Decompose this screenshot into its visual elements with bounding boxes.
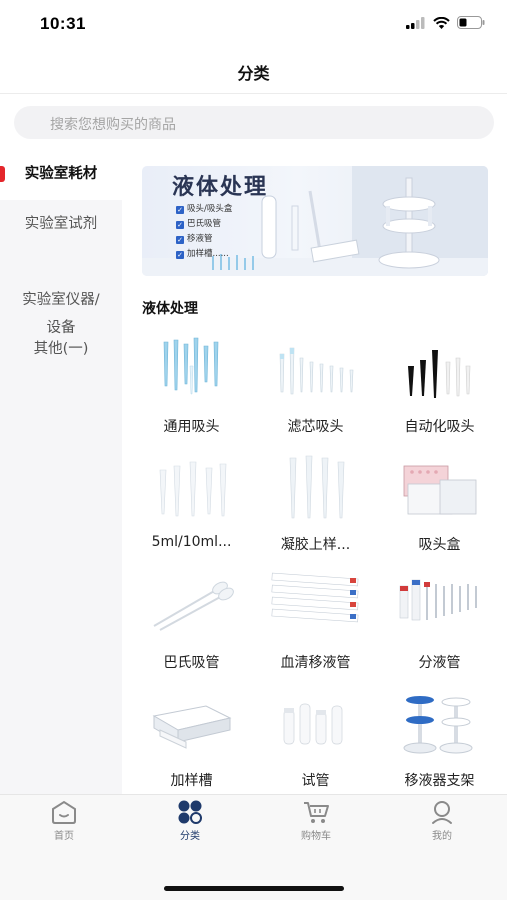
- product-tile-filter-tips[interactable]: 滤芯吸头: [254, 336, 377, 454]
- banner-bullet-text: 加样槽......: [187, 249, 229, 259]
- product-tile-gel-loading-tips[interactable]: 凝胶上样...: [254, 454, 377, 572]
- nav-bar: 分类: [0, 48, 507, 94]
- active-indicator: [0, 166, 5, 182]
- tab-cart[interactable]: 购物车: [253, 799, 379, 847]
- product-tile-reservoir[interactable]: 加样槽: [130, 690, 253, 794]
- tab-label: 分类: [180, 831, 200, 842]
- product-tile-tip-box[interactable]: 吸头盒: [378, 454, 501, 572]
- category-icon: [178, 800, 202, 824]
- product-tile-serological-pipette[interactable]: 血清移液管: [254, 572, 377, 690]
- search-placeholder: 搜索您想购买的商品: [50, 117, 176, 133]
- tab-profile[interactable]: 我的: [379, 799, 505, 847]
- banner-bullet-text: 移液管: [187, 234, 213, 244]
- filter-tips-icon: [279, 347, 354, 395]
- check-icon: ✓: [176, 220, 184, 229]
- product-label: 巴氏吸管: [163, 655, 220, 671]
- automation-tips-icon: [408, 350, 471, 398]
- check-icon: ✓: [176, 235, 184, 244]
- tab-label: 首页: [54, 831, 74, 842]
- product-label: 血清移液管: [280, 655, 351, 671]
- product-label: 吸头盒: [418, 537, 461, 553]
- banner-bullet: ✓ 移液管: [176, 232, 232, 247]
- product-label: 凝胶上样...: [280, 537, 351, 553]
- tab-label: 我的: [432, 831, 452, 842]
- home-indicator: [164, 886, 344, 891]
- product-label: 自动化吸头: [404, 419, 475, 435]
- tip-box-icon: [403, 465, 477, 515]
- dispenser-tube-icon: [399, 579, 477, 621]
- sidebar-item-label: 实验室耗材: [24, 166, 98, 182]
- pipette-tips-icon: [163, 337, 219, 395]
- home-icon: [52, 800, 76, 824]
- sidebar-item-label: 实验室仪器/ 设备: [22, 292, 100, 336]
- status-bar: 10:31: [0, 0, 507, 48]
- gel-loading-tips-icon: [289, 455, 345, 519]
- product-label: 滤芯吸头: [287, 419, 344, 435]
- sidebar-item-lab-reagents[interactable]: 实验室试剂: [0, 210, 122, 238]
- sidebar-item-label: 其他(一): [33, 341, 89, 357]
- banner-bullet: ✓ 加样槽......: [176, 247, 232, 262]
- status-time: 10:31: [40, 14, 86, 33]
- product-tile-large-tips[interactable]: 5ml/10ml...: [130, 454, 253, 572]
- wifi-icon: [433, 16, 450, 29]
- banner-bullet-text: 吸头/吸头盒: [187, 204, 233, 214]
- product-label: 通用吸头: [163, 419, 220, 435]
- banner-bullets: ✓ 吸头/吸头盒 ✓ 巴氏吸管 ✓ 移液管 ✓ 加样槽......: [176, 202, 232, 262]
- product-tile-dispenser-tube[interactable]: 分液管: [378, 572, 501, 690]
- status-icons: [406, 16, 485, 29]
- bottom-tab-bar: 首页 分类 购物车 我的: [0, 794, 507, 900]
- product-tile-universal-tips[interactable]: 通用吸头: [130, 336, 253, 454]
- large-tips-icon: [159, 461, 227, 517]
- banner-bullet-text: 巴氏吸管: [187, 219, 222, 229]
- category-banner[interactable]: 液体处理 ✓ 吸头/吸头盒 ✓ 巴氏吸管 ✓ 移液管 ✓ 加样槽......: [142, 166, 488, 276]
- tab-label: 购物车: [301, 831, 331, 842]
- search-input[interactable]: 搜索您想购买的商品: [14, 106, 494, 139]
- reservoir-icon: [152, 705, 232, 749]
- check-icon: ✓: [176, 205, 184, 214]
- sidebar-item-lab-consumables[interactable]: 实验室耗材: [0, 148, 122, 200]
- product-tile-pasteur-pipette[interactable]: 巴氏吸管: [130, 572, 253, 690]
- product-tile-test-tube[interactable]: 试管: [254, 690, 377, 794]
- pipette-stand-icon: [403, 696, 473, 754]
- profile-icon: [432, 801, 452, 824]
- sidebar-item-other[interactable]: 其他(一): [0, 335, 122, 363]
- category-content: 液体处理 ✓ 吸头/吸头盒 ✓ 巴氏吸管 ✓ 移液管 ✓ 加样槽...... 液体处理 …: [122, 148, 507, 794]
- tab-home[interactable]: 首页: [1, 799, 127, 847]
- banner-title: 液体处理: [172, 174, 269, 200]
- product-label: 试管: [301, 773, 330, 789]
- product-tile-pipette-stand[interactable]: 移液器支架: [378, 690, 501, 794]
- sidebar-item-lab-instruments[interactable]: 实验室仪器/ 设备: [0, 258, 122, 342]
- test-tube-icon: [283, 703, 343, 745]
- pasteur-pipette-icon: [153, 581, 234, 631]
- sidebar-item-label: 实验室试剂: [24, 216, 98, 232]
- page-title: 分类: [237, 64, 270, 83]
- product-label: 加样槽: [170, 773, 213, 789]
- product-label: 分液管: [418, 655, 461, 671]
- signal-icon: [406, 16, 425, 29]
- banner-bullet: ✓ 吸头/吸头盒: [176, 202, 232, 217]
- category-sidebar: 实验室耗材 实验室试剂 实验室仪器/ 设备 其他(一): [0, 148, 122, 794]
- cart-icon: [304, 802, 329, 823]
- battery-icon: [457, 16, 485, 29]
- check-icon: ✓: [176, 250, 184, 259]
- tab-category[interactable]: 分类: [127, 799, 253, 847]
- product-label: 移液器支架: [404, 773, 475, 789]
- serological-pipette-icon: [271, 572, 359, 623]
- banner-bullet: ✓ 巴氏吸管: [176, 217, 232, 232]
- product-label: 5ml/10ml...: [151, 534, 232, 550]
- section-title: 液体处理: [142, 301, 198, 317]
- product-tile-automation-tips[interactable]: 自动化吸头: [378, 336, 501, 454]
